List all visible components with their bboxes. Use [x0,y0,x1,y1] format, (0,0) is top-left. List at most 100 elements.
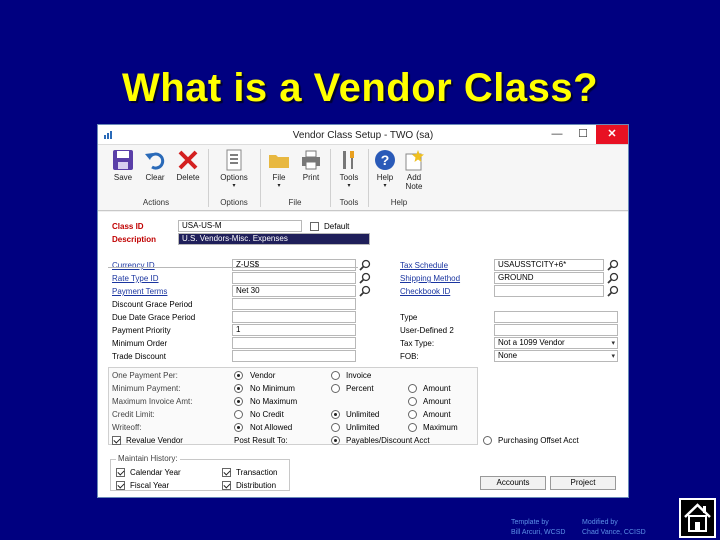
ribbon-group-actions: Actions [142,198,170,207]
file-button[interactable]: File ▾ [264,149,294,191]
no-maximum-radio[interactable] [234,397,243,406]
lookup-icon[interactable] [607,285,619,297]
project-button[interactable]: Project [550,476,616,490]
no-credit-radio[interactable] [234,410,243,419]
description-field[interactable]: U.S. Vendors-Misc. Expenses [178,233,370,245]
ribbon-group-tools: Tools [339,198,359,207]
payment-terms-field[interactable]: Net 30 [232,285,356,297]
tools-button[interactable]: Tools ▾ [334,149,364,191]
revalue-vendor-checkbox[interactable] [112,436,121,445]
delete-button[interactable]: Delete [172,149,204,182]
one-payment-per-label: One Payment Per: [112,371,178,380]
footer-template-line1: Template by [511,519,549,526]
purchasing-offset-radio[interactable] [483,436,492,445]
maximum-amount-radio[interactable] [408,397,417,406]
ribbon-separator [208,149,209,207]
ribbon-separator [260,149,261,207]
credit-unlimited-radio[interactable] [331,410,340,419]
type-field[interactable] [494,311,618,323]
clear-button[interactable]: Clear [140,149,170,182]
payables-discount-radio[interactable] [331,436,340,445]
writeoff-maximum-radio[interactable] [408,423,417,432]
save-button[interactable]: Save [108,149,138,182]
rate-type-id-label[interactable]: Rate Type ID [112,274,159,283]
no-credit-label: No Credit [250,410,284,419]
lookup-icon[interactable] [359,259,371,271]
shipping-method-label[interactable]: Shipping Method [400,274,460,283]
credit-amount-label: Amount [423,410,451,419]
help-label: Help [376,173,394,182]
trade-discount-label: Trade Discount [112,352,166,361]
no-minimum-radio[interactable] [234,384,243,393]
file-label: File [272,173,286,182]
rate-type-id-field[interactable] [232,272,356,284]
transaction-checkbox[interactable] [222,468,231,477]
checkbook-id-label[interactable]: Checkbook ID [400,287,450,296]
discount-grace-period-field[interactable] [232,298,356,310]
payment-priority-field[interactable]: 1 [232,324,356,336]
credit-unlimited-label: Unlimited [346,410,380,419]
ribbon-separator [330,149,331,207]
window-titlebar: Vendor Class Setup - TWO (sa) — ☐ ✕ [98,125,628,145]
due-date-grace-period-field[interactable] [232,311,356,323]
vendor-radio[interactable] [234,371,243,380]
trade-discount-field[interactable] [232,350,356,362]
vendor-option-label: Vendor [250,371,276,380]
distribution-checkbox[interactable] [222,481,231,490]
credit-amount-radio[interactable] [408,410,417,419]
close-button[interactable]: ✕ [596,125,628,144]
tax-schedule-field[interactable]: USAUSSTCITY+6* [494,259,604,271]
svg-text:?: ? [381,152,390,168]
percent-radio[interactable] [331,384,340,393]
minimum-order-field[interactable] [232,337,356,349]
percent-label: Percent [346,384,374,393]
chevron-down-icon: ▾ [347,183,351,189]
lookup-icon[interactable] [359,285,371,297]
ribbon-group-file: File [288,198,302,207]
writeoff-unlimited-label: Unlimited [346,423,380,432]
tax-type-select[interactable]: Not a 1099 Vendor ▾ [494,337,618,349]
ribbon-group-options: Options [220,198,248,207]
fiscal-year-checkbox[interactable] [116,481,125,490]
payables-discount-label: Payables/Discount Acct [346,436,430,445]
add-label: Add [406,173,422,182]
fob-select[interactable]: None ▾ [494,350,618,362]
payment-terms-label[interactable]: Payment Terms [112,287,167,296]
lookup-icon[interactable] [607,272,619,284]
print-button[interactable]: Print [296,149,326,182]
lookup-icon[interactable] [359,272,371,284]
options-label: Options [220,173,248,182]
tax-schedule-label[interactable]: Tax Schedule [400,261,448,270]
lookup-icon[interactable] [607,259,619,271]
calendar-year-checkbox[interactable] [116,468,125,477]
invoice-radio[interactable] [331,371,340,380]
options-list-icon [226,149,242,171]
type-label: Type [400,313,418,322]
class-id-field[interactable]: USA-US-M [178,220,302,232]
minimize-button[interactable]: — [544,125,570,144]
ribbon-separator [368,149,369,207]
options-button[interactable]: Options ▾ [214,149,254,191]
writeoff-unlimited-radio[interactable] [331,423,340,432]
delete-label: Delete [176,173,200,182]
help-button[interactable]: ? Help ▾ [371,149,399,191]
distribution-label: Distribution [236,481,277,490]
post-result-to-label: Post Result To: [234,436,288,445]
discount-grace-period-label: Discount Grace Period [112,300,193,309]
checkbook-id-field[interactable] [494,285,604,297]
not-allowed-radio[interactable] [234,423,243,432]
minimum-order-label: Minimum Order [112,339,168,348]
slide-title: What is a Vendor Class? [121,66,599,110]
home-button[interactable] [679,498,716,538]
default-checkbox[interactable] [310,222,319,231]
minimum-amount-radio[interactable] [408,384,417,393]
user-defined-2-field[interactable] [494,324,618,336]
field-divider [108,256,358,268]
accounts-button[interactable]: Accounts [480,476,546,490]
save-label: Save [113,173,133,182]
shipping-method-field[interactable]: GROUND [494,272,604,284]
maintain-history-label: Maintain History: [116,454,180,463]
footer-modified-line1: Modified by [582,519,618,526]
add-note-button[interactable]: Add Note [400,149,428,191]
maximize-button[interactable]: ☐ [570,125,596,144]
